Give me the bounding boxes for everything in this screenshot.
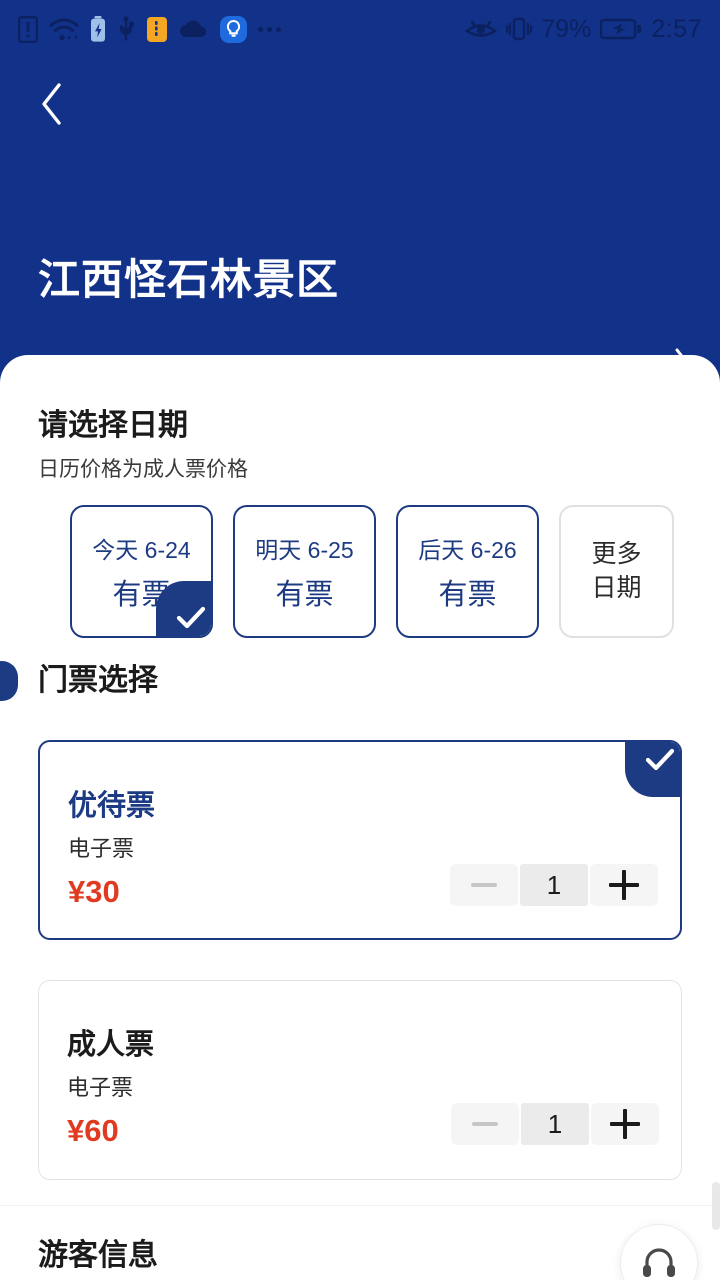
cloud-icon (179, 18, 209, 40)
check-icon (156, 581, 211, 636)
ticket-name: 优待票 (68, 790, 156, 822)
date-section-subtitle: 日历价格为成人票价格 (38, 458, 248, 481)
battery-charging-icon (600, 18, 642, 40)
section-divider (0, 1205, 720, 1206)
plus-icon (610, 1109, 640, 1139)
customer-service-button[interactable] (620, 1224, 698, 1280)
more-dots-icon[interactable] (258, 26, 281, 32)
date-chip-label: 明天 6-25 (255, 536, 354, 563)
date-chip-status: 有票 (275, 578, 334, 611)
date-chip-label: 今天 6-24 (92, 536, 191, 563)
minus-icon (471, 883, 497, 887)
ticket-price: ¥60 (67, 1113, 119, 1148)
chevron-left-icon (38, 81, 66, 132)
quantity-stepper: 1 (451, 1103, 659, 1145)
date-section-title: 请选择日期 (38, 409, 188, 442)
date-chip-tomorrow[interactable]: 明天 6-25 有票 (233, 505, 376, 638)
quantity-value[interactable]: 1 (521, 1103, 589, 1145)
content-sheet: 请选择日期 日历价格为成人票价格 今天 6-24 有票 明天 6-25 有票 后… (0, 355, 720, 1280)
status-bar-left-icons (18, 15, 281, 43)
increment-button[interactable] (590, 864, 658, 906)
quantity-stepper: 1 (450, 864, 658, 906)
wifi-icon (49, 17, 79, 42)
check-icon (625, 742, 680, 797)
ticket-card-adult[interactable]: 成人票 电子票 ¥60 1 (38, 980, 682, 1180)
battery-charging-icon (90, 15, 106, 43)
ticket-card-preferential[interactable]: 优待票 电子票 ¥30 1 (38, 740, 682, 940)
visitor-section-title: 游客信息 (38, 1239, 158, 1272)
clock-label: 2:57 (651, 14, 702, 43)
ticket-price: ¥30 (68, 874, 120, 909)
more-dates-line1: 更多 (591, 539, 642, 568)
app-screen: 79% 2:57 江西怪石林景区 开放时间: 8:00-18:00 预订须知 (0, 0, 720, 1280)
date-chip-today[interactable]: 今天 6-24 有票 (70, 505, 213, 638)
ticket-type: 电子票 (67, 1075, 134, 1100)
ticket-section-header: 门票选择 (0, 655, 720, 709)
scrollbar[interactable] (712, 1182, 720, 1230)
date-chip-label: 后天 6-26 (418, 536, 517, 563)
page-header: 江西怪石林景区 开放时间: 8:00-18:00 预订须知 (0, 58, 720, 381)
minus-icon (472, 1122, 498, 1126)
more-dates-button[interactable]: 更多 日期 (559, 505, 674, 638)
flashlight-icon[interactable] (220, 15, 247, 43)
back-button[interactable] (24, 78, 80, 134)
battery-percent-label: 79% (541, 14, 592, 43)
more-dates-line2: 日期 (591, 573, 642, 602)
status-bar: 79% 2:57 (0, 0, 720, 58)
headset-icon (639, 1241, 679, 1280)
section-marker (0, 661, 18, 701)
plus-icon (609, 870, 639, 900)
decrement-button[interactable] (451, 1103, 519, 1145)
page-title: 江西怪石林景区 (38, 256, 340, 303)
ticket-section-title: 门票选择 (38, 664, 158, 697)
eye-comfort-icon (465, 17, 498, 41)
sd-card-icon (146, 16, 168, 43)
status-bar-right-icons: 79% 2:57 (465, 15, 702, 44)
usb-icon (117, 15, 135, 43)
date-chip-status: 有票 (438, 578, 497, 611)
quantity-value[interactable]: 1 (520, 864, 588, 906)
ticket-type: 电子票 (68, 836, 135, 861)
vibrate-icon (506, 16, 533, 42)
date-chip-day-after[interactable]: 后天 6-26 有票 (396, 505, 539, 638)
increment-button[interactable] (591, 1103, 659, 1145)
sim-alert-icon (18, 15, 38, 43)
ticket-name: 成人票 (67, 1029, 155, 1061)
decrement-button[interactable] (450, 864, 518, 906)
date-chip-row: 今天 6-24 有票 明天 6-25 有票 后天 6-26 有票 更多 日期 (70, 505, 674, 638)
